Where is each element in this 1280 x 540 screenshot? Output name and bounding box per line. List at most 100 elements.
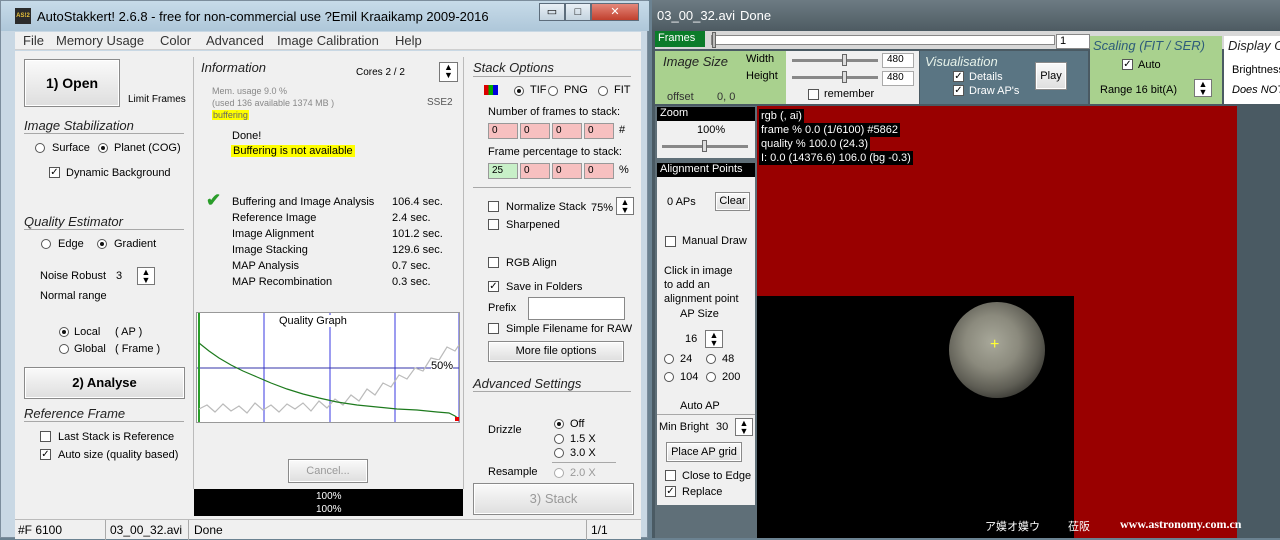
menu-advanced[interactable]: Advanced — [206, 33, 264, 48]
cancel-button[interactable]: Cancel... — [288, 459, 368, 483]
zoom-slider-thumb[interactable] — [702, 140, 707, 152]
close-to-edge-checkbox[interactable] — [665, 470, 676, 481]
maximize-button[interactable]: □ — [565, 3, 591, 21]
ap-104-radio[interactable] — [664, 372, 674, 382]
frame-pct-input-2[interactable]: 0 — [520, 163, 550, 179]
remember-checkbox[interactable] — [808, 89, 819, 100]
width-input[interactable]: 480 — [882, 53, 914, 68]
timing-value: 129.6 sec. — [392, 244, 443, 256]
title-bar: AS!2 AutoStakkert! 2.6.8 - free for non-… — [1, 1, 649, 31]
remember-label: remember — [824, 88, 875, 100]
details-checkbox[interactable]: ✓ — [953, 71, 964, 82]
open-button[interactable]: 1) Open — [24, 59, 120, 107]
resample-20-radio[interactable] — [554, 468, 564, 478]
frame-pct-input-4[interactable]: 0 — [584, 163, 614, 179]
check-icon: ✔ — [206, 190, 222, 210]
ap-24-radio[interactable] — [664, 354, 674, 364]
simple-filename-checkbox[interactable] — [488, 323, 499, 334]
play-button[interactable]: Play — [1035, 62, 1067, 90]
timing-row: Image Stacking — [232, 244, 308, 256]
crosshair-icon: + — [990, 336, 1000, 353]
tif-radio[interactable] — [514, 86, 524, 96]
cores-spinner-icon[interactable]: ▲ ▼ — [439, 62, 458, 82]
viewer-title: 03_00_32.avi — [657, 8, 736, 23]
resample-20-label: 2.0 X — [570, 467, 596, 479]
normalize-stack-checkbox[interactable] — [488, 201, 499, 212]
sharpened-checkbox[interactable] — [488, 219, 499, 230]
global-radio[interactable] — [59, 344, 69, 354]
ap-200-radio[interactable] — [706, 372, 716, 382]
frames-tab[interactable]: Frames — [655, 31, 705, 47]
overlay-line-2: frame % 0.0 (1/6100) #5862 — [759, 123, 900, 137]
width-slider-thumb[interactable] — [842, 54, 847, 66]
fit-radio[interactable] — [598, 86, 608, 96]
status-file: 03_00_32.avi — [110, 523, 183, 537]
menu-color[interactable]: Color — [160, 33, 191, 48]
visualisation-panel: Visualisation ✓ Details ✓ Draw AP's Play — [920, 51, 1088, 104]
auto-size-checkbox[interactable]: ✓ — [40, 449, 51, 460]
overlay-line-4: I: 0.0 (14376.6) 106.0 (bg -0.3) — [759, 151, 913, 165]
surface-radio[interactable] — [35, 143, 45, 153]
drizzle-30-radio[interactable] — [554, 448, 564, 458]
clear-aps-button[interactable]: Clear — [715, 192, 750, 211]
save-in-folders-checkbox[interactable]: ✓ — [488, 281, 499, 292]
limit-frames-label[interactable]: Limit Frames — [128, 94, 186, 105]
manual-draw-checkbox[interactable] — [665, 236, 676, 247]
autostakkert-main-window: AS!2 AutoStakkert! 2.6.8 - free for non-… — [0, 0, 649, 540]
overlay-info: rgb (, ai) frame % 0.0 (1/6100) #5862 qu… — [759, 109, 913, 165]
last-stack-reference-checkbox[interactable] — [40, 431, 51, 442]
quality-graph: Quality Graph 50% — [196, 312, 460, 423]
frames-slider-track[interactable] — [711, 35, 1055, 45]
frames-slider-thumb[interactable] — [712, 32, 716, 48]
more-file-options-button[interactable]: More file options — [488, 341, 624, 362]
ap-size-spinner-icon[interactable]: ▲ ▼ — [705, 330, 723, 348]
min-bright-spinner-icon[interactable]: ▲ ▼ — [735, 418, 753, 436]
png-radio[interactable] — [548, 86, 558, 96]
close-button[interactable]: ✕ — [591, 3, 639, 21]
dynamic-background-checkbox[interactable]: ✓ — [49, 167, 60, 178]
noise-robust-spinner-icon[interactable]: ▲ ▼ — [137, 267, 155, 285]
stack-button[interactable]: 3) Stack — [473, 483, 634, 515]
ap-200-label: 200 — [722, 371, 741, 383]
planet-radio[interactable] — [98, 143, 108, 153]
planet-label: Planet (COG) — [114, 142, 181, 154]
place-ap-grid-button[interactable]: Place AP grid — [666, 442, 742, 462]
frame-pct-input-3[interactable]: 0 — [552, 163, 582, 179]
ap-48-label: 48 — [722, 353, 735, 365]
range-spinner-icon[interactable]: ▲ ▼ — [1194, 79, 1212, 97]
normalize-spinner-icon[interactable]: ▲ ▼ — [616, 197, 634, 215]
height-input[interactable]: 480 — [882, 71, 914, 86]
frame-index-input[interactable]: 1 — [1056, 34, 1090, 49]
num-frames-input-2[interactable]: 0 — [520, 123, 550, 139]
drizzle-off-radio[interactable] — [554, 419, 564, 429]
menu-memory-usage[interactable]: Memory Usage — [56, 33, 144, 48]
edge-radio[interactable] — [41, 239, 51, 249]
prefix-input[interactable] — [528, 297, 625, 320]
draw-aps-checkbox[interactable]: ✓ — [953, 85, 964, 96]
replace-checkbox[interactable]: ✓ — [665, 486, 676, 497]
height-slider-thumb[interactable] — [842, 71, 847, 83]
num-frames-input-3[interactable]: 0 — [552, 123, 582, 139]
local-radio[interactable] — [59, 327, 69, 337]
menu-help[interactable]: Help — [395, 33, 422, 48]
zoom-value: 100% — [697, 124, 726, 136]
width-slider[interactable] — [792, 59, 878, 62]
ap-size-value: 16 — [685, 333, 698, 345]
timing-value: 0.7 sec. — [392, 260, 431, 272]
gradient-radio[interactable] — [97, 239, 107, 249]
menu-image-calibration[interactable]: Image Calibration — [277, 33, 379, 48]
menu-file[interactable]: File — [23, 33, 44, 48]
size-sliders-panel: 480 480 remember — [786, 51, 919, 104]
rgb-align-checkbox[interactable] — [488, 257, 499, 268]
ap-48-radio[interactable] — [706, 354, 716, 364]
frame-pct-input-1[interactable]: 25 — [488, 163, 518, 179]
num-frames-input-1[interactable]: 0 — [488, 123, 518, 139]
height-slider[interactable] — [792, 76, 878, 79]
drizzle-15-radio[interactable] — [554, 434, 564, 444]
analyse-button[interactable]: 2) Analyse — [24, 367, 185, 399]
buffering-warning: Buffering is not available — [231, 145, 355, 157]
minimize-button[interactable]: ▭ — [539, 3, 565, 21]
memory-detail-text: (used 136 available 1374 MB ) — [212, 98, 335, 108]
auto-scaling-checkbox[interactable]: ✓ — [1122, 59, 1133, 70]
num-frames-input-4[interactable]: 0 — [584, 123, 614, 139]
